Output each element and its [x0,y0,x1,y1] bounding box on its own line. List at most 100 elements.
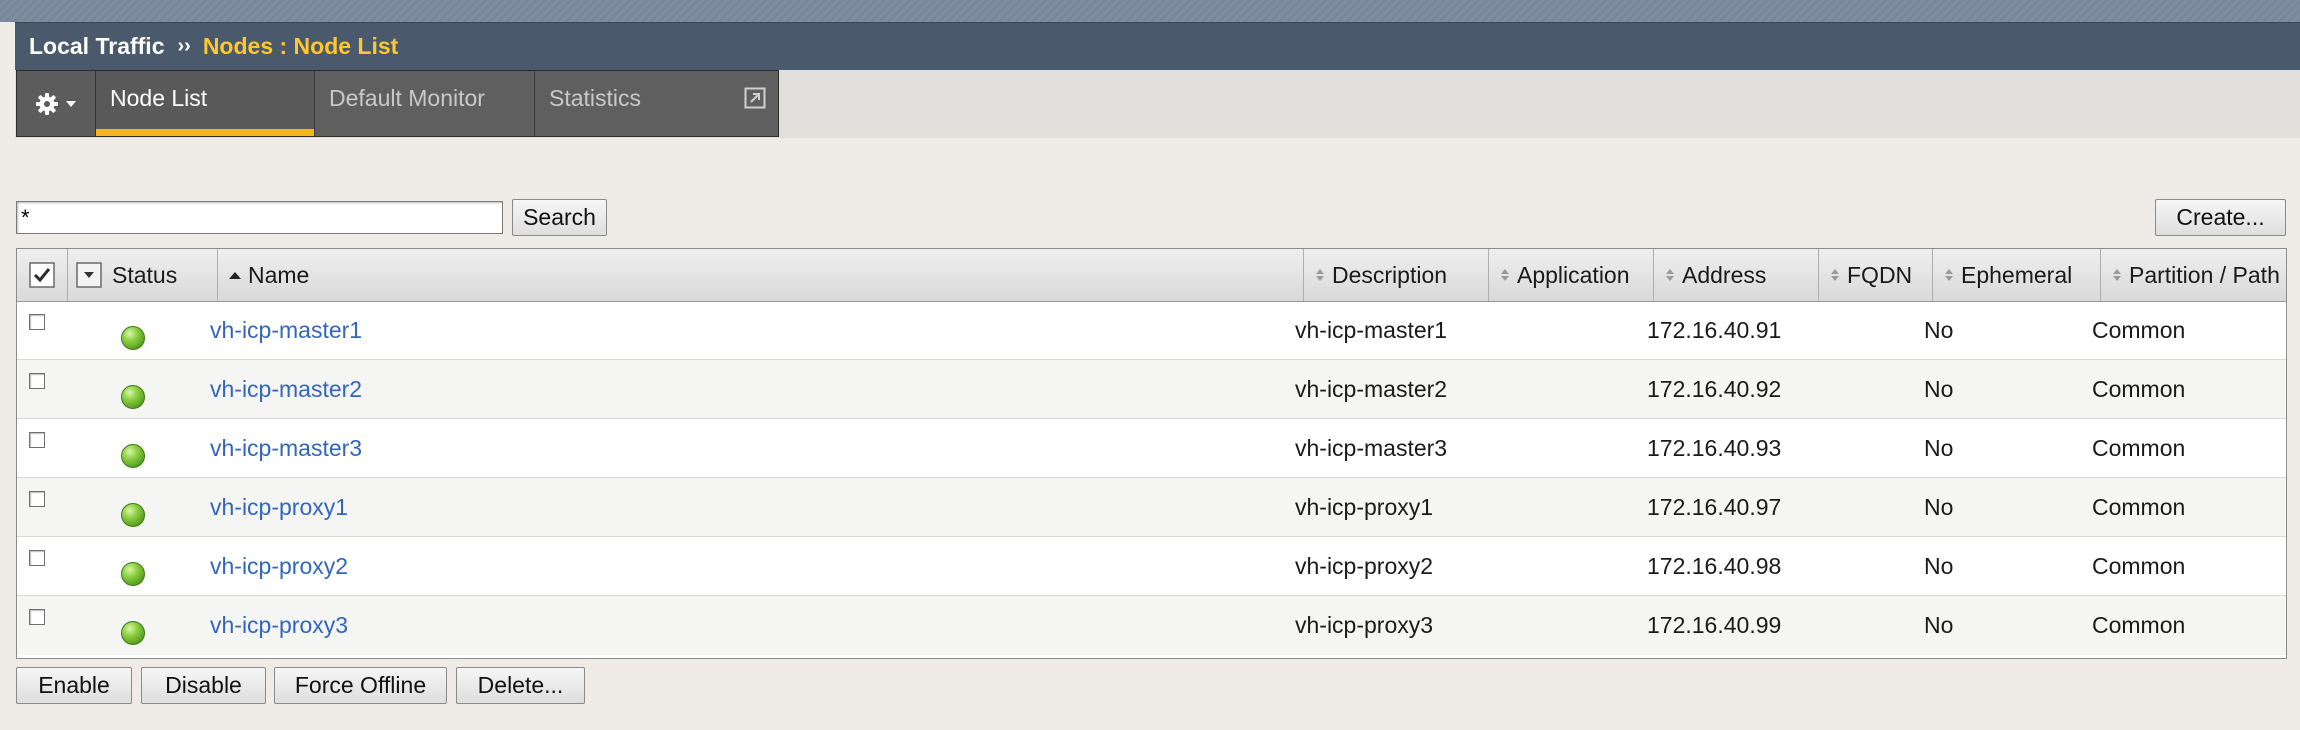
node-name-cell: vh-icp-proxy1 [210,478,348,536]
node-name-link[interactable]: vh-icp-master1 [210,317,362,344]
create-button[interactable]: Create... [2155,199,2286,236]
sort-icon [1501,269,1509,281]
address-cell: 172.16.40.99 [1647,611,1782,638]
table-row: vh-icp-proxy1 vh-icp-proxy1 172.16.40.97… [17,478,2286,537]
sort-icon [2113,269,2121,281]
table-row: vh-icp-proxy3 vh-icp-proxy3 172.16.40.99… [17,596,2286,655]
status-available-icon [121,326,145,350]
node-name-link[interactable]: vh-icp-proxy3 [210,612,348,639]
row-checkbox[interactable] [29,373,45,389]
delete-button[interactable]: Delete... [456,667,585,704]
column-label-ephemeral: Ephemeral [1961,261,2073,288]
breadcrumb: Local Traffic ›› Nodes : Node List [15,22,2300,70]
tab-bar: Node List Default Monitor Statistics [16,70,779,137]
description-cell: vh-icp-proxy2 [1295,552,1434,579]
description-cell: vh-icp-master3 [1295,434,1448,461]
column-label-address: Address [1682,261,1767,288]
column-label-fqdn: FQDN [1847,261,1913,288]
partition-cell: Common [2092,434,2186,461]
enable-button[interactable]: Enable [16,667,132,704]
tab-node-list[interactable]: Node List [96,71,315,136]
ephemeral-cell: No [1924,434,1954,461]
node-name-cell: vh-icp-master2 [210,360,362,418]
partition-cell: Common [2092,316,2186,343]
partition-cell: Common [2092,611,2186,638]
search-input[interactable] [16,201,503,234]
table-row: vh-icp-master2 vh-icp-master2 172.16.40.… [17,360,2286,419]
column-label-application: Application [1517,261,1630,288]
table-row: vh-icp-master1 vh-icp-master1 172.16.40.… [17,301,2286,360]
breadcrumb-root[interactable]: Local Traffic [29,33,164,60]
column-header-name[interactable]: Name [218,249,1304,301]
address-cell: 172.16.40.91 [1647,316,1782,343]
search-button[interactable]: Search [512,199,607,236]
sort-icon [1666,269,1674,281]
row-checkbox[interactable] [29,609,45,625]
external-link-icon[interactable] [744,87,766,109]
ephemeral-cell: No [1924,552,1954,579]
status-available-icon [121,385,145,409]
status-available-icon [121,621,145,645]
column-header-application[interactable]: Application [1489,249,1654,301]
row-checkbox[interactable] [29,550,45,566]
select-all-header [17,249,68,301]
column-label-partition: Partition / Path [2129,261,2280,288]
column-filter-dropdown-icon[interactable] [76,262,102,288]
tab-statistics-label: Statistics [549,85,642,111]
node-name-link[interactable]: vh-icp-master2 [210,376,362,403]
tab-statistics[interactable]: Statistics [535,71,778,136]
partition-cell: Common [2092,493,2186,520]
gear-icon [36,92,58,115]
row-checkbox[interactable] [29,432,45,448]
chevron-down-icon [66,100,76,107]
status-available-icon [121,562,145,586]
address-cell: 172.16.40.93 [1647,434,1782,461]
ephemeral-cell: No [1924,375,1954,402]
tab-default-monitor-label: Default Monitor [329,85,485,111]
node-name-cell: vh-icp-proxy3 [210,596,348,654]
force-offline-button[interactable]: Force Offline [274,667,447,704]
column-header-fqdn[interactable]: FQDN [1819,249,1933,301]
ephemeral-cell: No [1924,611,1954,638]
address-cell: 172.16.40.97 [1647,493,1782,520]
breadcrumb-separator: ›› [177,35,191,57]
disable-button[interactable]: Disable [141,667,266,704]
column-header-ephemeral[interactable]: Ephemeral [1933,249,2101,301]
node-name-cell: vh-icp-proxy2 [210,537,348,595]
node-name-cell: vh-icp-master3 [210,419,362,477]
sort-icon [1316,269,1324,281]
sort-icon [1831,269,1839,281]
table-row: vh-icp-proxy2 vh-icp-proxy2 172.16.40.98… [17,537,2286,596]
node-name-cell: vh-icp-master1 [210,301,362,359]
table-header: Status Name Description Application Addr… [17,249,2286,302]
column-header-address[interactable]: Address [1654,249,1819,301]
node-list-table: Status Name Description Application Addr… [16,248,2287,659]
node-name-link[interactable]: vh-icp-proxy1 [210,494,348,521]
partition-cell: Common [2092,552,2186,579]
tab-default-monitor[interactable]: Default Monitor [315,71,535,136]
status-available-icon [121,444,145,468]
description-cell: vh-icp-proxy3 [1295,611,1434,638]
column-header-partition[interactable]: Partition / Path [2101,249,2286,301]
settings-menu-button[interactable] [17,71,96,136]
node-name-link[interactable]: vh-icp-master3 [210,435,362,462]
tab-node-list-label: Node List [110,85,208,111]
description-cell: vh-icp-proxy1 [1295,493,1434,520]
partition-cell: Common [2092,375,2186,402]
column-header-description[interactable]: Description [1304,249,1489,301]
top-band [0,0,2300,22]
description-cell: vh-icp-master2 [1295,375,1448,402]
node-name-link[interactable]: vh-icp-proxy2 [210,553,348,580]
address-cell: 172.16.40.92 [1647,375,1782,402]
ephemeral-cell: No [1924,316,1954,343]
address-cell: 172.16.40.98 [1647,552,1782,579]
sort-icon [1945,269,1953,281]
status-available-icon [121,503,145,527]
row-checkbox[interactable] [29,314,45,330]
column-header-status[interactable]: Status [68,249,218,301]
select-all-checkbox[interactable] [29,262,55,288]
column-label-name: Name [248,261,310,288]
ephemeral-cell: No [1924,493,1954,520]
sort-ascending-icon [229,272,241,279]
row-checkbox[interactable] [29,491,45,507]
